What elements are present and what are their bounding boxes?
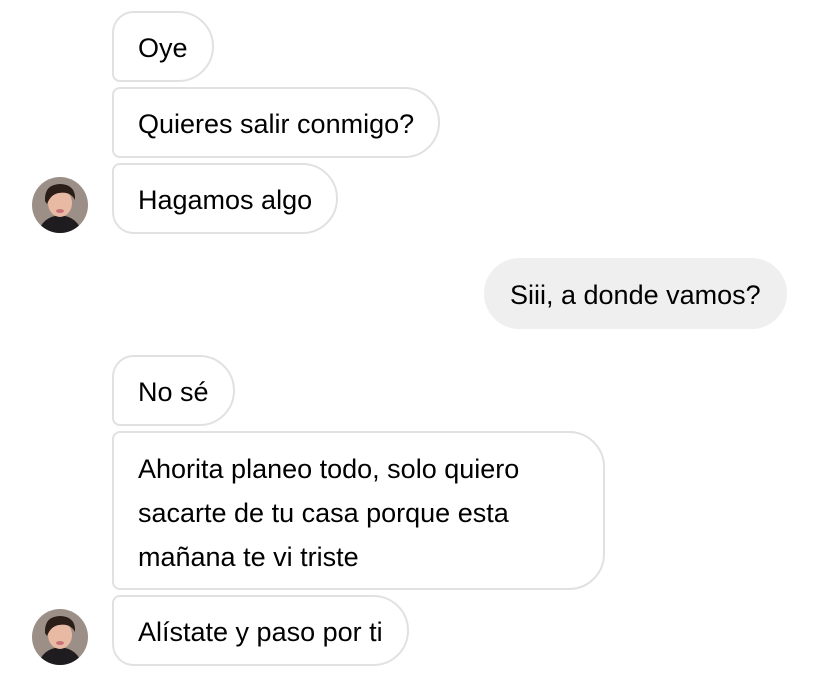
sent-message-bubble[interactable]: Siii, a donde vamos? — [484, 258, 787, 329]
received-message-bubble[interactable]: Alístate y paso por ti — [112, 595, 409, 666]
contact-avatar-photo-icon — [32, 177, 88, 233]
contact-avatar[interactable] — [32, 609, 88, 665]
contact-avatar[interactable] — [32, 177, 88, 233]
chat-thread: Oye Quieres salir conmigo? Hagamos algo … — [0, 0, 828, 688]
received-message-bubble[interactable]: Quieres salir conmigo? — [112, 87, 441, 158]
received-message-bubble[interactable]: Hagamos algo — [112, 163, 339, 234]
received-message-bubble[interactable]: Ahorita planeo todo, solo quiero sacarte… — [112, 431, 605, 590]
received-message-bubble[interactable]: No sé — [112, 355, 235, 426]
contact-avatar-photo-icon — [32, 609, 88, 665]
received-message-bubble[interactable]: Oye — [112, 11, 214, 82]
